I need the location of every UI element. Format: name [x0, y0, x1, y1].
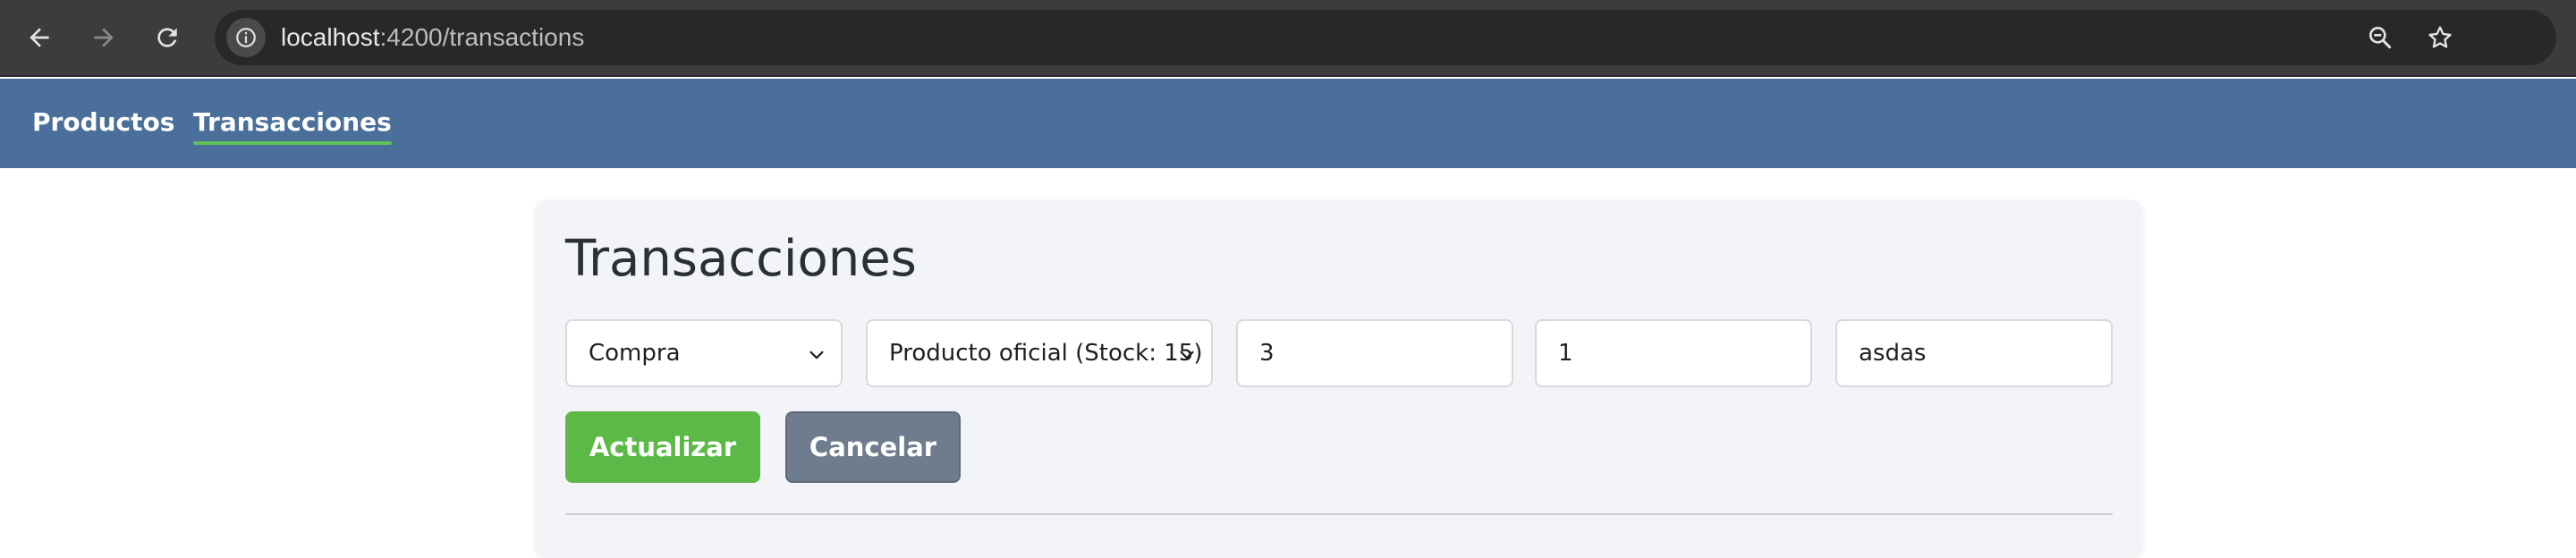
quantity-input[interactable]: 3: [1236, 319, 1513, 387]
site-info-button[interactable]: [226, 18, 266, 57]
reload-button[interactable]: [147, 17, 188, 58]
detail-value: asdas: [1859, 340, 1927, 367]
nav-link-transacciones[interactable]: Transacciones: [193, 107, 392, 145]
divider: [565, 513, 2113, 515]
zoom-button[interactable]: [2363, 21, 2397, 55]
url-host: localhost: [281, 23, 380, 51]
transactions-card: Transacciones Compra Producto oficial (S…: [535, 200, 2143, 558]
transaction-type-value: Compra: [589, 340, 681, 367]
product-value: Producto oficial (Stock: 15): [889, 340, 1203, 367]
quantity-value: 3: [1259, 340, 1275, 367]
star-icon: [2428, 26, 2452, 48]
url-text[interactable]: localhost:4200/transactions: [281, 22, 584, 53]
forward-button[interactable]: [83, 17, 124, 58]
address-bar[interactable]: localhost:4200/transactions: [215, 10, 2556, 65]
url-path: :4200/transactions: [379, 23, 585, 51]
arrow-left-icon: [30, 28, 49, 47]
price-input[interactable]: 1: [1535, 319, 1812, 387]
reload-icon: [157, 28, 177, 47]
chevron-down-icon: [1180, 351, 1194, 359]
detail-input[interactable]: asdas: [1835, 319, 2113, 387]
update-button[interactable]: Actualizar: [565, 411, 760, 483]
page-title: Transacciones: [565, 230, 917, 288]
back-button[interactable]: [19, 17, 60, 58]
cancel-button[interactable]: Cancelar: [785, 411, 961, 483]
product-select[interactable]: Producto oficial (Stock: 15): [866, 319, 1213, 387]
transaction-type-select[interactable]: Compra: [565, 319, 843, 387]
chevron-down-icon: [809, 351, 824, 359]
arrow-right-icon: [94, 28, 114, 47]
nav-link-productos[interactable]: Productos: [32, 107, 174, 138]
zoom-out-icon: [2369, 26, 2392, 49]
info-icon: [236, 28, 256, 47]
bookmark-button[interactable]: [2423, 21, 2457, 55]
app-navbar: Productos Transacciones: [0, 79, 2576, 168]
price-value: 1: [1558, 340, 1573, 367]
browser-toolbar: localhost:4200/transactions: [0, 0, 2576, 77]
